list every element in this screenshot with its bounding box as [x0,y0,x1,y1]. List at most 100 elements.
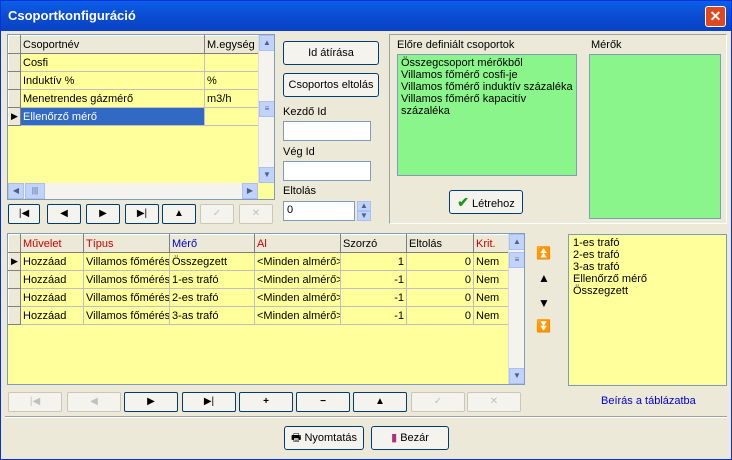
spin-up-icon[interactable]: ▲ [357,201,371,211]
cell-multiplier[interactable]: -1 [340,306,407,325]
col-header-crit[interactable]: Krit. [473,234,509,253]
cell-type[interactable]: Villamos főmérés [83,252,170,271]
offset-field[interactable]: 0 [283,201,355,221]
cell-multiplier[interactable]: -1 [340,288,407,307]
col-header-unit[interactable]: M.egység [204,35,259,54]
cell-type[interactable]: Villamos főmérés [83,288,170,307]
cell-offset[interactable]: 0 [406,252,474,271]
table-row[interactable]: Menetrendes gázmérő m3/h [8,89,259,108]
cell-crit[interactable]: Nem [473,288,509,307]
scroll-up-icon[interactable]: ▲ [509,234,524,250]
offset-spinner[interactable]: ▲ ▼ [357,201,371,221]
list-item[interactable]: Ellenőrző mérő [573,273,722,285]
list-item[interactable]: 2-es trafó [573,249,722,261]
cell-operation[interactable]: Hozzáad [20,306,84,325]
group-grid[interactable]: Csoportnév M.egység Cosfi Induktív % % M… [7,34,275,200]
scroll-thumb[interactable]: ≡ [509,252,524,268]
cell-meter[interactable]: 2-es trafó [169,288,255,307]
cell-groupname[interactable]: Cosfi [20,53,205,72]
cell-unit[interactable]: m3/h [204,89,259,108]
group-offset-button[interactable]: Csoportos eltolás [283,73,379,97]
cell-offset[interactable]: 0 [406,270,474,289]
col-header-offset[interactable]: Eltolás [406,234,474,253]
move-bottom-icon[interactable]: ⏬ [536,319,551,333]
rename-id-button[interactable]: Id átírása [283,41,379,65]
end-id-field[interactable] [283,161,371,181]
meters-list[interactable] [589,54,721,219]
cell-crit[interactable]: Nem [473,252,509,271]
table-row-selected[interactable]: ▶ Ellenőrző mérő [8,107,259,126]
cell-meter[interactable]: Összegzett [169,252,255,271]
table-row[interactable]: Hozzáad Villamos főmérés 2-es trafó <Min… [8,288,509,307]
col-header-sub[interactable]: Al [254,234,341,253]
scroll-down-icon[interactable]: ▼ [259,167,274,183]
predefined-list[interactable]: Összegcsoport mérőkből Villamos főmérő c… [397,54,577,176]
table-row[interactable]: Cosfi [8,53,259,72]
col-header-type[interactable]: Típus [83,234,170,253]
cell-groupname[interactable]: Induktív % [20,71,205,90]
cell-unit[interactable] [204,53,259,72]
first-record-button[interactable]: |◀ [8,204,40,224]
move-top-icon[interactable]: ⏫ [536,246,551,260]
scroll-left-icon[interactable]: ◀ [8,183,24,199]
edit-record-button[interactable]: ▲ [162,204,196,224]
next-record-button[interactable]: ▶ [86,204,120,224]
cell-offset[interactable]: 0 [406,306,474,325]
cell-type[interactable]: Villamos főmérés [83,306,170,325]
list-item[interactable]: Összegzett [573,285,722,297]
cell-unit[interactable]: % [204,71,259,90]
table-row[interactable]: ▶ Hozzáad Villamos főmérés Összegzett <M… [8,252,509,271]
col-header-groupname[interactable]: Csoportnév [20,35,205,54]
cell-sub[interactable]: <Minden almérő> [254,270,341,289]
table-row[interactable]: Hozzáad Villamos főmérés 3-as trafó <Min… [8,306,509,325]
table-row[interactable]: Induktív % % [8,71,259,90]
cell-crit[interactable]: Nem [473,306,509,325]
cell-type[interactable]: Villamos főmérés [83,270,170,289]
cell-sub[interactable]: <Minden almérő> [254,288,341,307]
col-header-operation[interactable]: Művelet [20,234,84,253]
create-button[interactable]: ✔ Létrehoz [449,190,523,214]
cell-unit[interactable] [204,107,259,126]
close-button[interactable]: ▮ Bezár [371,426,449,450]
start-id-field[interactable] [283,121,371,141]
cell-meter[interactable]: 3-as trafó [169,306,255,325]
cell-offset[interactable]: 0 [406,288,474,307]
edit-record-button[interactable]: ▲ [353,392,407,412]
scroll-down-icon[interactable]: ▼ [509,368,524,384]
list-item[interactable]: Villamos főmérő cosfi-je [401,69,573,81]
list-item[interactable]: Összegcsoport mérőkből [401,57,573,69]
last-record-button[interactable]: ▶| [125,204,159,224]
vertical-scrollbar[interactable]: ▲ ≡ ▼ [508,234,524,384]
scroll-hthumb[interactable]: ||| [25,183,45,199]
col-header-meter[interactable]: Mérő [169,234,255,253]
operations-grid[interactable]: Művelet Típus Mérő Al Szorzó Eltolás Kri… [7,233,525,385]
table-row[interactable]: Hozzáad Villamos főmérés 1-es trafó <Min… [8,270,509,289]
scroll-right-icon[interactable]: ▶ [242,183,258,199]
list-item[interactable]: Villamos főmérő induktív százaléka [401,81,573,93]
cell-sub[interactable]: <Minden almérő> [254,252,341,271]
move-up-icon[interactable]: ▲ [538,271,550,285]
horizontal-scrollbar[interactable]: ◀ ||| ▶ [8,183,258,199]
write-to-table-link[interactable]: Beírás a táblázatba [601,395,696,407]
prev-record-button[interactable]: ◀ [47,204,81,224]
col-header-multiplier[interactable]: Szorzó [340,234,407,253]
cell-crit[interactable]: Nem [473,270,509,289]
scroll-thumb[interactable]: ≡ [259,101,274,117]
cell-groupname[interactable]: Ellenőrző mérő [20,107,205,126]
cell-operation[interactable]: Hozzáad [20,288,84,307]
cell-multiplier[interactable]: -1 [340,270,407,289]
move-down-icon[interactable]: ▼ [538,296,550,310]
cell-groupname[interactable]: Menetrendes gázmérő [20,89,205,108]
insert-record-button[interactable]: + [239,392,293,412]
delete-record-button[interactable]: − [296,392,350,412]
list-item[interactable]: 3-as trafó [573,261,722,273]
spin-down-icon[interactable]: ▼ [357,211,371,221]
meter-picklist[interactable]: 1-es trafó 2-es trafó 3-as trafó Ellenőr… [568,234,727,386]
last-record-button[interactable]: ▶| [182,392,236,412]
vertical-scrollbar[interactable]: ▲ ≡ ▼ [258,35,274,183]
list-item[interactable]: 1-es trafó [573,237,722,249]
print-button[interactable]: 🖶 Nyomtatás [284,426,364,450]
cell-operation[interactable]: Hozzáad [20,252,84,271]
scroll-up-icon[interactable]: ▲ [259,35,274,51]
close-window-button[interactable]: ✕ [705,6,726,27]
